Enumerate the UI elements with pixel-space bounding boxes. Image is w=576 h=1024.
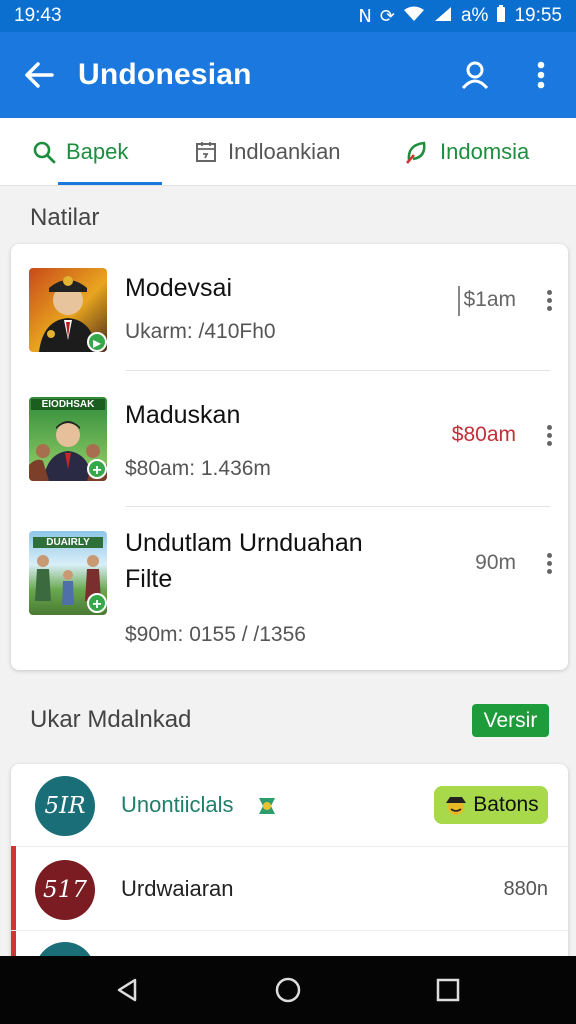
search-icon [33, 141, 56, 163]
item-title: Modevsai [125, 274, 232, 302]
tag-label: Batons [473, 793, 539, 816]
overflow-menu-button[interactable] [506, 61, 576, 89]
battery-icon [496, 4, 506, 28]
section-title: Ukar Mdalnkad [30, 706, 192, 733]
play-badge-icon: ▸ [87, 332, 107, 352]
sync-icon: ⟳ [379, 5, 395, 27]
add-badge-icon: + [87, 459, 107, 479]
item-meta: Ukarm: /410Fh0 [125, 320, 276, 343]
list-item[interactable]: ▸ Modevsai Ukarm: /410Fh0 $1am [11, 244, 568, 370]
page-title: Undonesian [78, 58, 252, 91]
hat-icon [446, 797, 467, 815]
list-card-2: 5IR Unontiiclals Batons 517 Urdwaiaran 8… [11, 764, 568, 964]
wifi-icon [403, 6, 425, 27]
battery-text: a% [460, 5, 489, 26]
back-button[interactable] [0, 61, 78, 89]
person-icon [461, 61, 489, 90]
tab-bar: Bapek Indloankian Indomsia [0, 118, 576, 186]
version-chip[interactable]: Versir [472, 704, 549, 737]
item-title-line2: Filte [125, 565, 173, 593]
list-item[interactable]: DUAIRLY + Undutlam Urnduahan Filte $90m:… [11, 507, 568, 670]
list-card: ▸ Modevsai Ukarm: /410Fh0 $1am EIODHSAK … [11, 244, 568, 670]
item-meta: $80am: 1.436m [125, 457, 271, 480]
tab-label: Indomsia [440, 138, 530, 164]
tab-label: Bapek [66, 138, 129, 164]
item-label: Unontiiclals [121, 792, 234, 817]
thumbnail-image: ▸ [29, 268, 107, 352]
list-item[interactable]: 517 Urdwaiaran 880n [11, 848, 568, 932]
item-time: 90m [475, 551, 516, 574]
tab-label: Indloankian [228, 138, 341, 164]
divider [11, 846, 568, 847]
item-value: 880n [503, 878, 549, 900]
more-vert-icon[interactable] [544, 553, 554, 574]
status-time-right: 19:55 [514, 5, 562, 26]
nfc-icon: N [358, 5, 372, 27]
nav-recents-button[interactable] [428, 974, 468, 1006]
thumbnail-image: EIODHSAK + [29, 397, 107, 481]
item-time: $1am [463, 288, 516, 311]
leaf-icon [406, 141, 426, 164]
item-time: $80am [451, 423, 516, 446]
profile-button[interactable] [444, 60, 506, 90]
more-vert-icon[interactable] [544, 425, 554, 446]
nav-back-icon [117, 978, 137, 1002]
status-bar: 19:43 N ⟳ a% 19:55 [0, 0, 576, 32]
item-label: Urdwaiaran [121, 876, 234, 901]
system-nav-bar [0, 956, 576, 1024]
status-time-left: 19:43 [14, 5, 62, 26]
battons-tag[interactable]: Batons [434, 786, 548, 824]
avatar: 5IR [35, 776, 95, 836]
thumbnail-image: DUAIRLY + [29, 531, 107, 615]
item-meta: $90m: 0155 / /1356 [125, 623, 306, 646]
separator [458, 286, 460, 316]
badge-icon [257, 794, 277, 823]
status-icons: N ⟳ a% 19:55 [358, 4, 562, 28]
avatar-text: 517 [43, 877, 87, 903]
add-badge-icon: + [87, 593, 107, 613]
item-title: Maduskan [125, 401, 241, 429]
nav-back-button[interactable] [108, 974, 148, 1006]
list-item[interactable]: 5IR Unontiiclals Batons [11, 764, 568, 848]
divider [11, 930, 568, 931]
tab-indloankian[interactable]: Indloankian [194, 118, 341, 186]
avatar: 517 [35, 860, 95, 920]
app-bar: Undonesian [0, 32, 576, 118]
list-item[interactable]: EIODHSAK + Maduskan $80am: 1.436m $80am [11, 371, 568, 507]
signal-icon [433, 6, 453, 27]
tab-indicator [58, 182, 162, 185]
more-vert-icon[interactable] [544, 290, 554, 311]
tab-indomsia[interactable]: Indomsia [404, 118, 529, 186]
tab-bapek[interactable]: Bapek [32, 118, 128, 186]
item-title: Undutlam Urnduahan [125, 529, 363, 557]
calendar-icon [196, 141, 216, 162]
nav-home-button[interactable] [268, 974, 308, 1006]
arrow-back-icon [25, 62, 54, 88]
nav-recents-icon [436, 978, 460, 1002]
avatar-text: 5IR [44, 793, 86, 819]
section-title: Natilar [30, 204, 100, 231]
nav-home-icon [275, 977, 301, 1003]
more-vert-icon [537, 61, 545, 89]
